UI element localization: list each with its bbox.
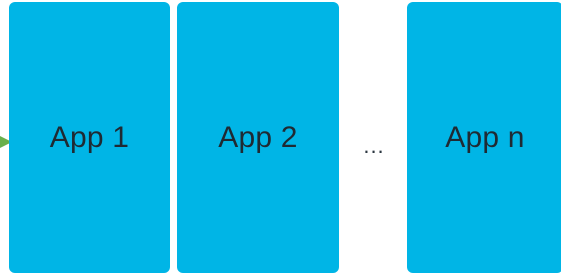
app-box-2: App 2 xyxy=(177,2,339,273)
app-box-1: App 1 xyxy=(9,2,170,273)
app-label-2: App 2 xyxy=(218,120,298,154)
app-label-1: App 1 xyxy=(49,120,130,154)
ellipsis: ... xyxy=(363,133,385,158)
app-label-n: App n xyxy=(445,120,525,154)
app-box-n: App n xyxy=(407,2,561,273)
diagram-canvas: App 1 App 2 ... App n xyxy=(0,0,561,278)
